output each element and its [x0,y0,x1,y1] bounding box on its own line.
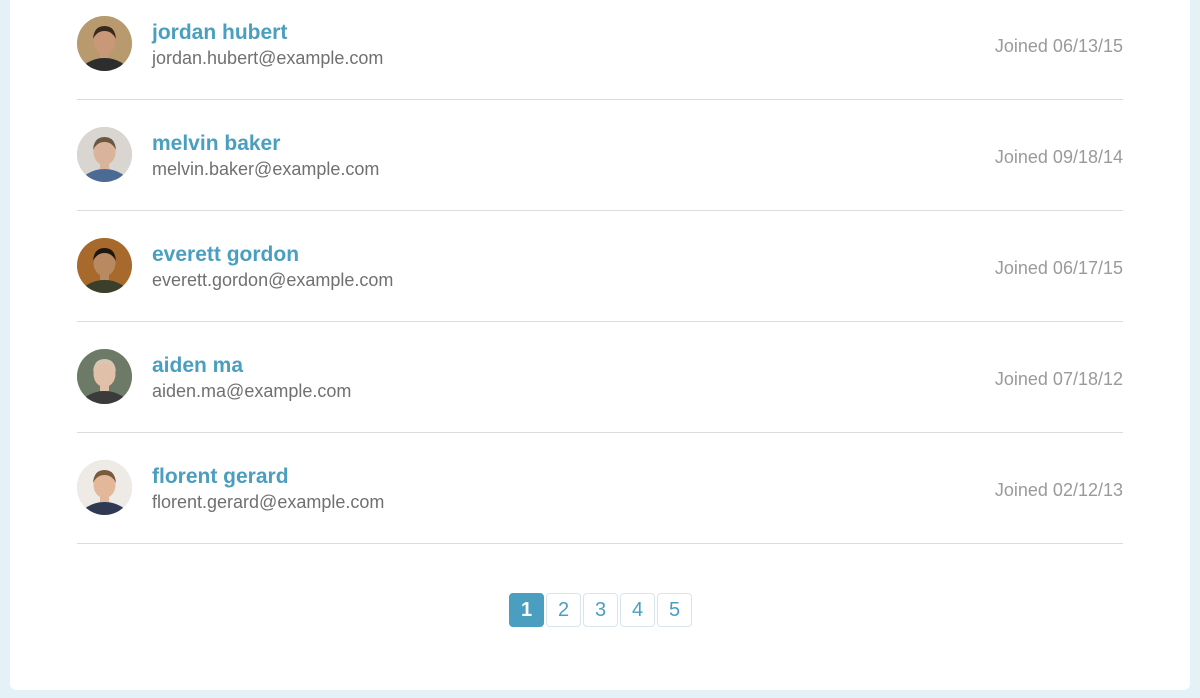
user-name-link[interactable]: florent gerard [152,464,384,490]
user-email: everett.gordon@example.com [152,270,394,290]
joined-date: Joined 09/18/14 [994,147,1123,167]
joined-date: Joined 07/18/12 [994,369,1123,389]
user-email: aiden.ma@example.com [152,381,352,401]
user-email: jordan.hubert@example.com [152,48,384,68]
page-button-4[interactable]: 4 [620,593,655,627]
avatar [77,349,132,404]
user-email: melvin.baker@example.com [152,159,380,179]
user-name-link[interactable]: melvin baker [152,131,379,157]
user-email: florent.gerard@example.com [152,492,385,512]
avatar [77,238,132,293]
pagination: 1 2 3 4 5 [509,593,692,627]
page-button-1[interactable]: 1 [509,593,544,627]
user-name-link[interactable]: everett gordon [152,242,393,268]
avatar [77,460,132,515]
list-item: jordan hubert jordan.hubert@example.com … [77,0,1123,100]
list-item: melvin baker melvin.baker@example.com Jo… [77,100,1123,211]
user-list: jordan hubert jordan.hubert@example.com … [77,0,1123,544]
joined-date: Joined 02/12/13 [994,480,1123,500]
user-list-card: jordan hubert jordan.hubert@example.com … [10,0,1190,690]
user-name-link[interactable]: aiden ma [152,353,351,379]
joined-date: Joined 06/13/15 [994,36,1123,56]
user-name-link[interactable]: jordan hubert [152,20,383,46]
list-item: aiden ma aiden.ma@example.com Joined 07/… [77,322,1123,433]
page-button-2[interactable]: 2 [546,593,581,627]
avatar-portrait [77,127,132,182]
list-item: florent gerard florent.gerard@example.co… [77,433,1123,544]
avatar-portrait [77,238,132,293]
list-item: everett gordon everett.gordon@example.co… [77,211,1123,322]
avatar [77,16,132,71]
page-button-5[interactable]: 5 [657,593,692,627]
joined-date: Joined 06/17/15 [994,258,1123,278]
avatar [77,127,132,182]
avatar-portrait [77,349,132,404]
avatar-portrait [77,460,132,515]
avatar-portrait [77,16,132,71]
page-button-3[interactable]: 3 [583,593,618,627]
